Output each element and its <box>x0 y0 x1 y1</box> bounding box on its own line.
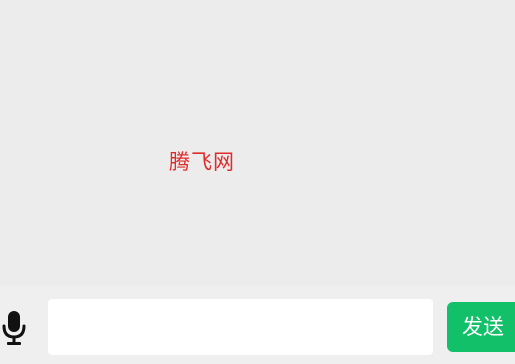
chat-content-area: 腾飞网 <box>0 0 515 286</box>
message-input[interactable] <box>48 299 433 355</box>
watermark-text: 腾飞网 <box>169 150 235 174</box>
microphone-icon <box>2 311 26 345</box>
send-button[interactable]: 发送 <box>447 302 515 352</box>
voice-input-button[interactable] <box>0 308 28 348</box>
